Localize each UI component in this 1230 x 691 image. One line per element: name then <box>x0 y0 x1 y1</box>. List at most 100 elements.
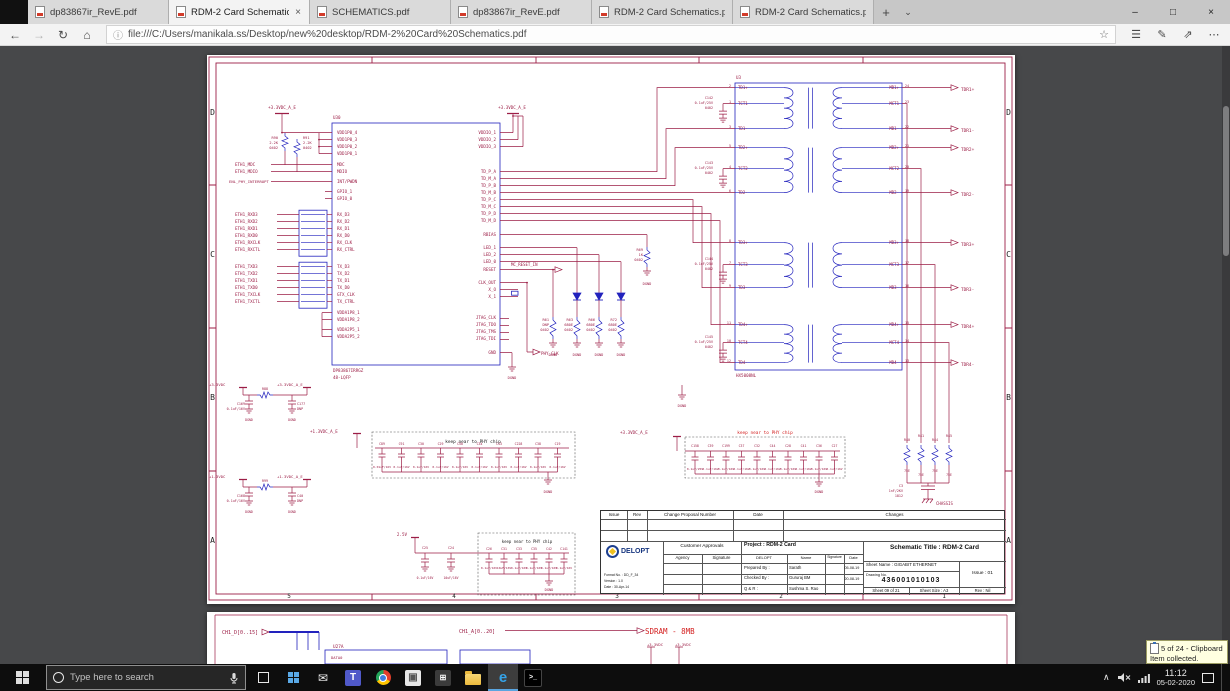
schematic-label: ETH1_TXD1 <box>235 278 258 283</box>
schematic-label: ETH1_MDC <box>235 162 256 167</box>
schematic-label: VDD1P0_4 <box>337 130 358 135</box>
action-center-icon[interactable] <box>1202 672 1214 683</box>
schematic-line <box>573 317 581 339</box>
taskbar-app-calculator[interactable]: ⊞ <box>428 664 458 691</box>
taskbar-app-edge[interactable]: e <box>488 664 518 691</box>
home-button[interactable]: ⌂ <box>76 25 98 45</box>
schematic-line <box>808 147 813 193</box>
schematic-label: DGND <box>815 490 824 494</box>
taskbar-app-chrome[interactable] <box>368 664 398 691</box>
schematic-label: ETH1_RXCLK <box>235 240 261 245</box>
schematic-label: 0402 <box>540 328 549 332</box>
taskbar-app-photos[interactable]: ▣ <box>398 664 428 691</box>
schematic-label: R41 <box>918 434 924 438</box>
schematic-label: TD3- <box>738 285 748 290</box>
taskbar-app-teams[interactable]: T <box>338 664 368 691</box>
clipboard-toast[interactable]: 5 of 24 - Clipboard Item collected. <box>1146 640 1228 664</box>
schematic-label: 11 <box>727 321 731 325</box>
schematic-label: ETH1_RXD3 <box>235 212 258 217</box>
schematic-label: keep near to PHY chip <box>445 439 501 445</box>
schematic-line <box>783 324 794 363</box>
schematic-label: 0402 <box>608 328 617 332</box>
schematic-label: ETH1_RXCTL <box>235 247 261 252</box>
tab[interactable]: dp83867ir_RevE.pdf <box>451 0 592 24</box>
schematic-symbol <box>950 189 959 196</box>
schematic-label: TD_M_C <box>481 204 497 209</box>
schematic-label: ETH1_RXD0 <box>235 233 258 238</box>
schematic-line <box>903 445 911 465</box>
url-text[interactable]: file:///C:/Users/manikala.ss/Desktop/new… <box>128 29 1094 40</box>
taskbar-app-mail[interactable]: ✉ <box>308 664 338 691</box>
schematic-label: A <box>1006 536 1011 545</box>
tb-project: Project : RDM-2 Card <box>744 542 796 548</box>
schematic-label: MD4+ <box>889 322 899 327</box>
tb-customer-approvals: Customer Approvals <box>680 544 724 549</box>
web-note-button[interactable]: ✎ <box>1150 25 1174 45</box>
mic-icon[interactable] <box>229 672 239 684</box>
tab[interactable]: SCHEMATICS.pdf <box>310 0 451 24</box>
schematic-label: TD3+ <box>738 240 748 245</box>
schematic-label: C35 <box>531 547 537 551</box>
network-icon[interactable] <box>1137 673 1150 683</box>
set-aside-tabs-button[interactable] <box>0 0 28 24</box>
tab-close-button[interactable]: × <box>294 7 302 18</box>
schematic-line <box>832 324 843 363</box>
taskbar-clock[interactable]: 11:12 05-02-2020 <box>1157 668 1195 688</box>
schematic-label: 1 <box>729 100 731 104</box>
hub-button[interactable]: ☰ <box>1124 25 1148 45</box>
schematic-label: 0.1uF/16V <box>733 467 749 471</box>
tb-sheet-size: Sheet Size : A3 <box>919 587 949 593</box>
schematic-label: C27 <box>832 444 838 448</box>
tab[interactable]: dp83867ir_RevE.pdf <box>28 0 169 24</box>
scrollbar-thumb[interactable] <box>1223 106 1229 256</box>
schematic-label: R44 <box>932 438 938 442</box>
maximize-button[interactable]: □ <box>1154 0 1192 24</box>
schematic-label: C3 <box>899 484 903 488</box>
tb-format-no: Format No. : DD_F_34 <box>604 573 639 577</box>
close-button[interactable]: × <box>1192 0 1230 24</box>
new-tab-button[interactable]: + <box>874 0 898 24</box>
page-info-icon[interactable]: ⓘ <box>113 27 123 42</box>
schematic-label: MD2- <box>889 190 899 195</box>
schematic-label: C37 <box>739 444 745 448</box>
share-button[interactable]: ⇗ <box>1176 25 1200 45</box>
schematic-label: MCT1 <box>889 101 899 106</box>
pdf-file-icon <box>740 6 750 18</box>
volume-muted-icon[interactable] <box>1117 672 1131 683</box>
schematic-label: +3.3VDC <box>209 382 226 387</box>
back-button[interactable]: ← <box>4 25 26 45</box>
tab[interactable]: RDM-2 Card Schematics.pd <box>733 0 874 24</box>
add-favorite-icon[interactable]: ☆ <box>1099 28 1109 41</box>
taskbar-app-grid[interactable] <box>278 664 308 691</box>
tb-version: Version : 1.0 <box>604 579 623 583</box>
more-button[interactable]: ⋯ <box>1202 25 1226 45</box>
task-view-button[interactable] <box>248 664 278 691</box>
start-button[interactable] <box>0 664 44 691</box>
schematic-label: TD4+ <box>738 322 748 327</box>
schematic-label: 0.1uF/16V <box>530 465 546 469</box>
schematic-label: +3.3VDC <box>675 642 691 647</box>
schematic-label: C36 <box>816 444 822 448</box>
minimize-button[interactable]: – <box>1116 0 1154 24</box>
schematic-label: C <box>1006 250 1011 259</box>
schematic-label: DNP <box>297 499 303 503</box>
forward-button[interactable]: → <box>28 25 50 45</box>
title-block-rule <box>601 519 1006 520</box>
schematic-label: 0.1uF/25V <box>695 340 713 344</box>
taskbar-file-explorer[interactable] <box>458 664 488 691</box>
schematic-line <box>617 342 625 348</box>
show-desktop-button[interactable] <box>1221 664 1227 691</box>
hidden-icons-chevron[interactable]: ∧ <box>1103 672 1110 683</box>
schematic-label: A <box>210 536 215 545</box>
schematic-line <box>500 128 735 179</box>
tab-menu-chevron-icon[interactable]: ⌄ <box>898 0 918 24</box>
address-bar[interactable]: ⓘ file:///C:/Users/manikala.ss/Desktop/n… <box>106 25 1116 44</box>
tab[interactable]: RDM-2 Card Schematic × <box>169 0 310 24</box>
taskbar-app-terminal[interactable]: >_ <box>518 664 548 691</box>
refresh-button[interactable]: ↻ <box>52 25 74 45</box>
scrollbar[interactable] <box>1222 46 1230 664</box>
taskbar-search[interactable]: Type here to search <box>46 665 246 690</box>
tab[interactable]: RDM-2 Card Schematics.pd <box>592 0 733 24</box>
schematic-label: TX_D3 <box>337 264 350 269</box>
schematic-label: TDR2- <box>961 192 974 198</box>
